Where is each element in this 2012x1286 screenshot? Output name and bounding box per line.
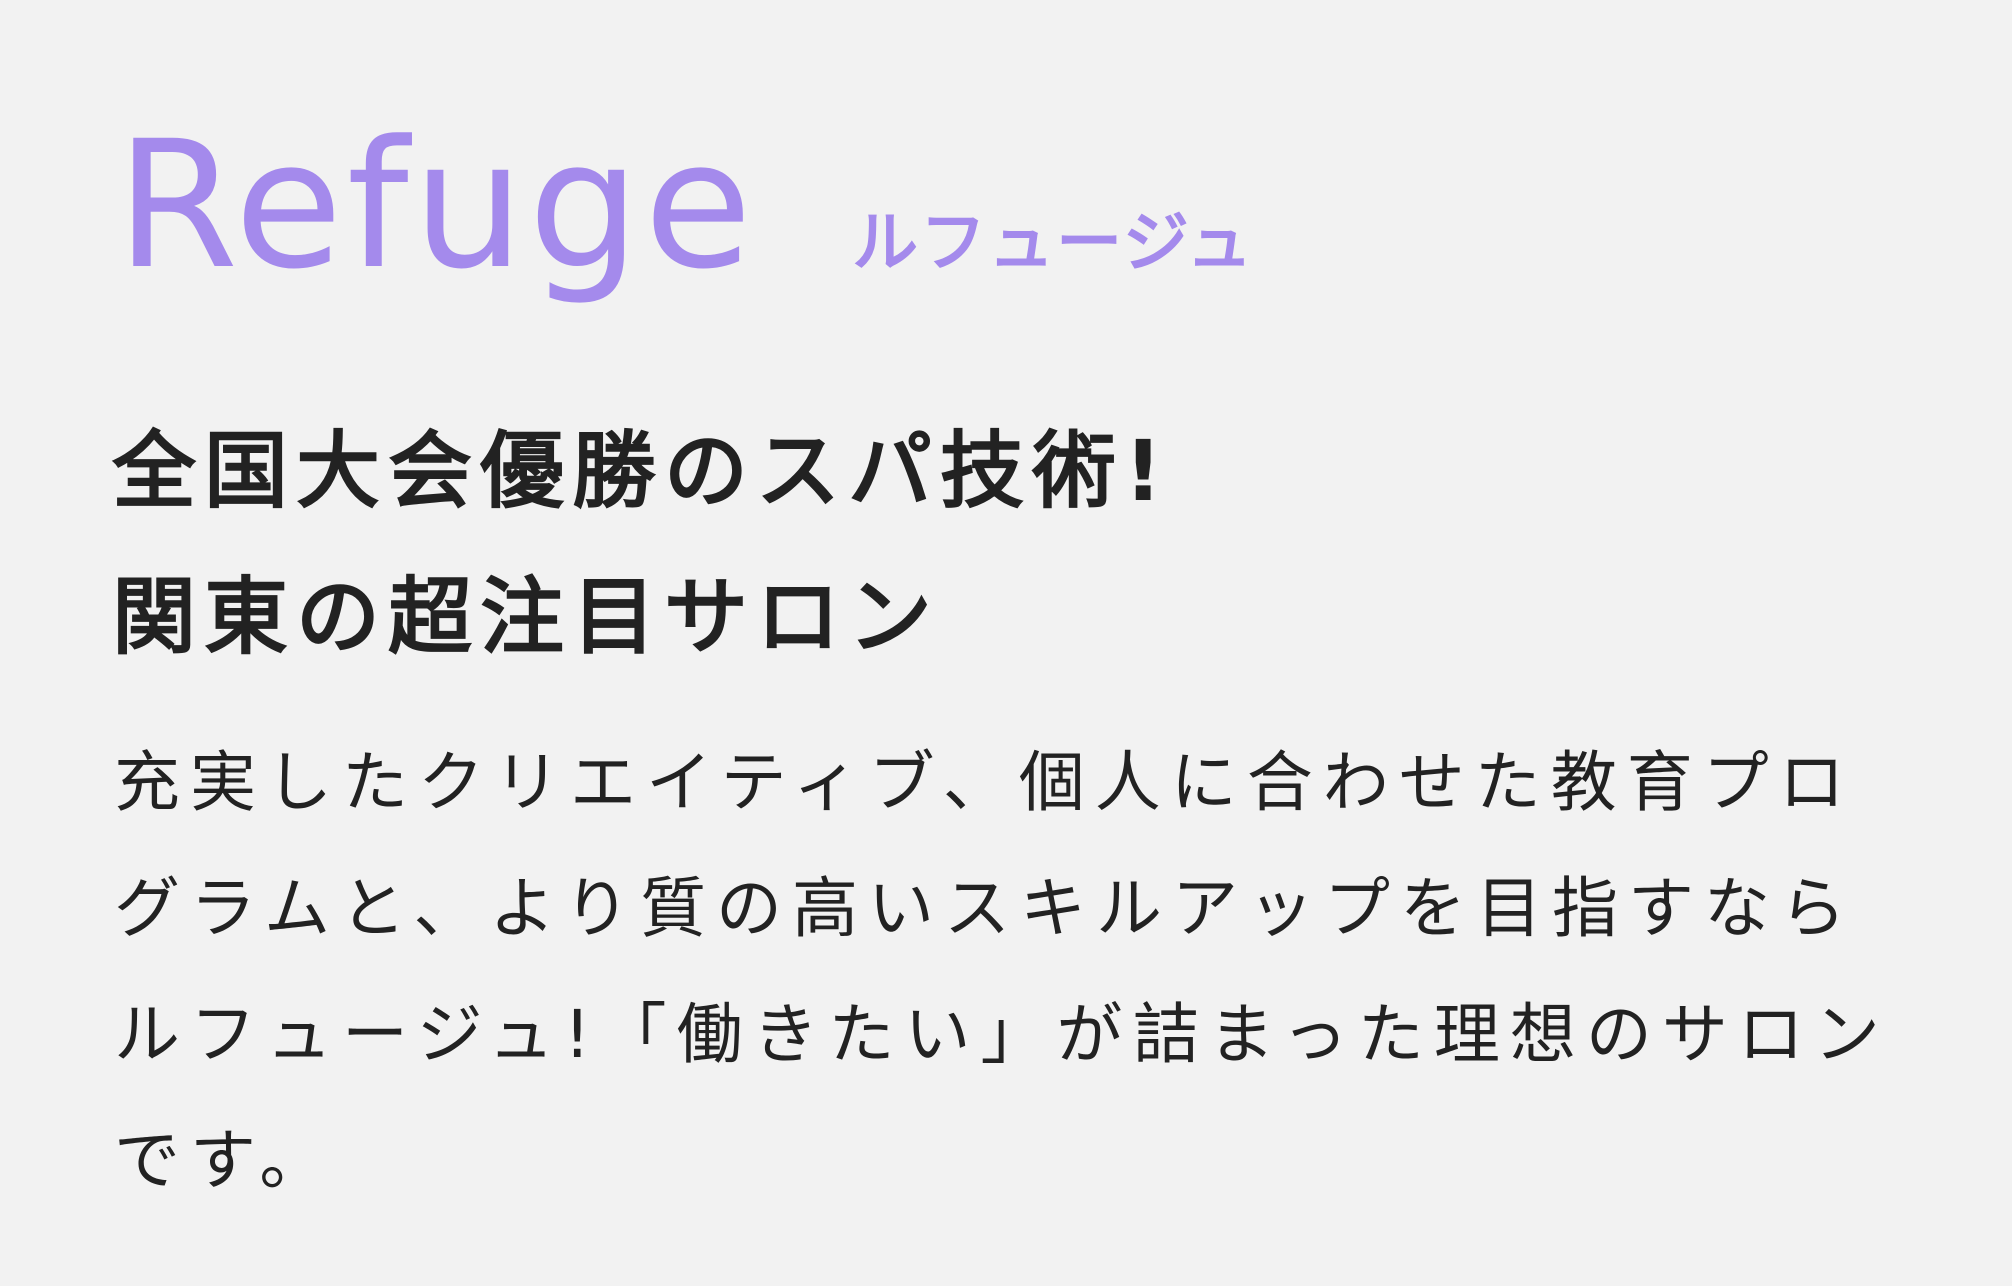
headline: 全国大会優勝のスパ技術! 関東の超注目サロン <box>112 398 1170 690</box>
salon-description: 充実したクリエイティブ、個人に合わせた教育プログラムと、より質の高いスキルアップ… <box>114 744 1890 1199</box>
brand-header: Refuge ルフュージュ <box>116 118 1254 294</box>
brand-name: Refuge <box>116 103 757 308</box>
headline-line-2: 関東の超注目サロン <box>112 568 941 666</box>
brand-kana: ルフュージュ <box>852 204 1255 281</box>
salon-intro-card: Refuge ルフュージュ 全国大会優勝のスパ技術! 関東の超注目サロン 充実し… <box>0 0 2012 1286</box>
headline-line-1: 全国大会優勝のスパ技術! <box>112 422 1171 520</box>
